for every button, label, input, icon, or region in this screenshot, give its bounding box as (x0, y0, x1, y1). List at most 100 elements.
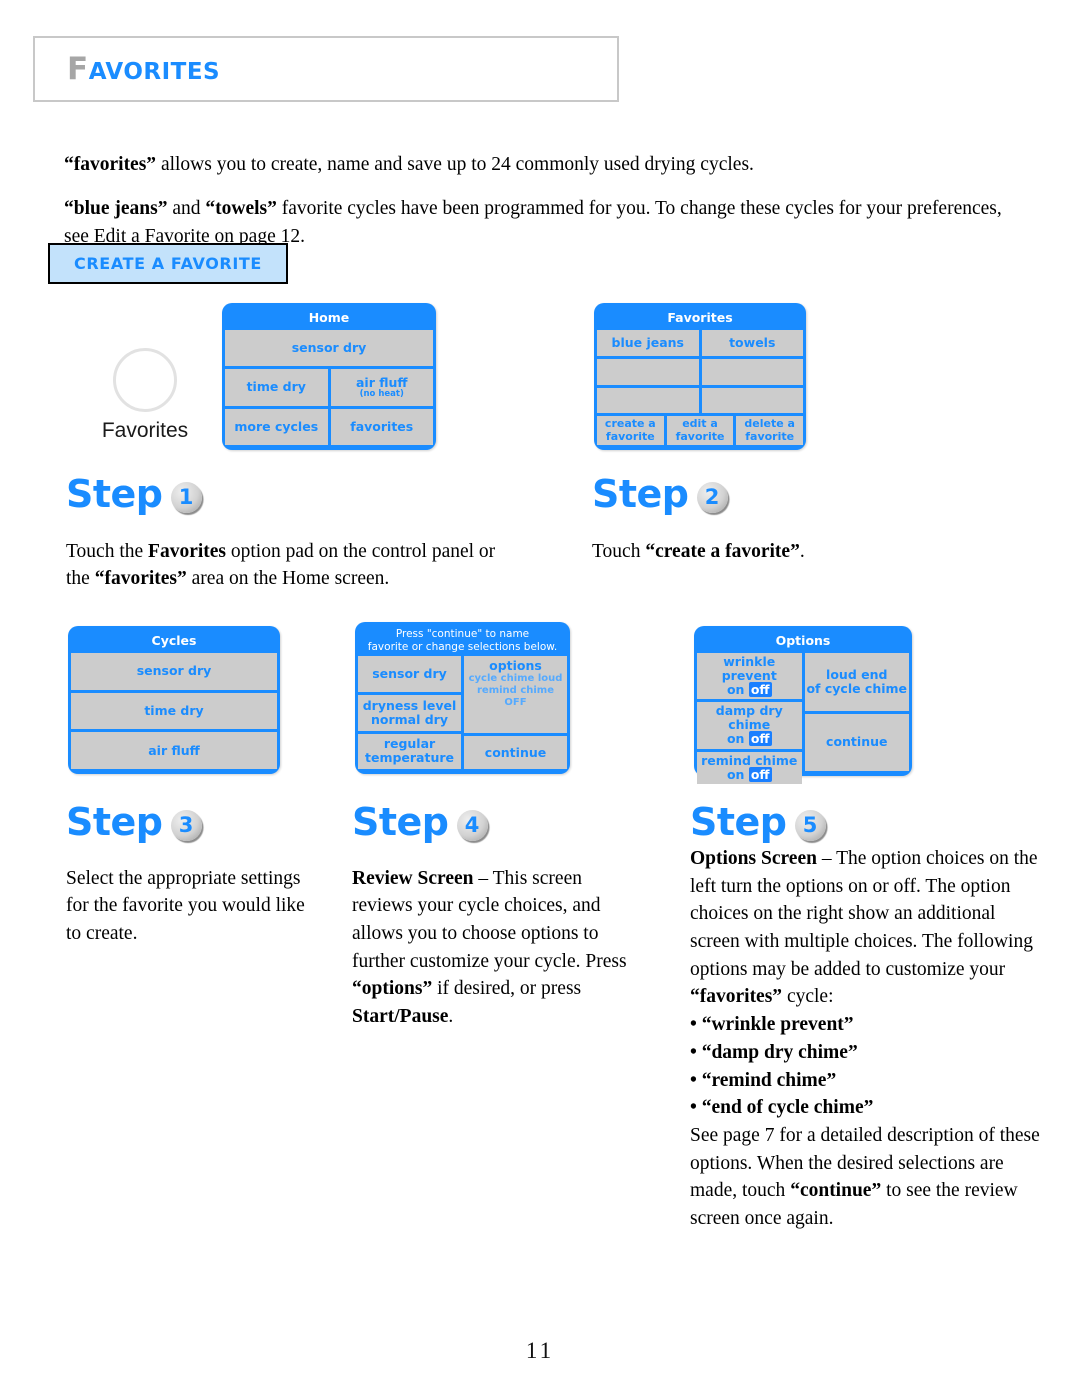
section-heading-box: CREATE A FAVORITE (48, 243, 288, 284)
review-cell-temperature[interactable]: regular temperature (358, 733, 461, 770)
options-loud-end-line1: loud end (826, 666, 888, 682)
options-remind-label: remind chime (701, 752, 798, 768)
page-header: F AVORITES (33, 36, 619, 102)
options-loud-end-line2: of cycle chime (806, 680, 908, 696)
step-3-heading: Step 3 (66, 800, 202, 844)
step-3-word: Step (66, 800, 163, 844)
home-cell-sensor-dry[interactable]: sensor dry (225, 330, 433, 367)
step-5-body: Options Screen – The option choices on t… (690, 845, 1050, 1233)
options-cell-remind-chime[interactable]: remind chime on off (697, 751, 802, 785)
step-2-badge: 2 (696, 481, 728, 513)
step-2-text-a: Touch (592, 540, 646, 562)
section-heading-label: CREATE A FAVORITE (74, 254, 262, 273)
review-cell-dryness-level[interactable]: dryness level normal dry (358, 694, 461, 731)
options-damp-on[interactable]: on (727, 731, 745, 746)
circle-button-icon[interactable] (113, 348, 177, 412)
step-5-text-a: Options Screen (690, 848, 817, 869)
step-2-number: 2 (704, 484, 720, 509)
step-5-text-f: “continue” (790, 1180, 882, 1202)
intro-2-bold-towels: “towels” (205, 197, 277, 219)
home-cell-air-fluff-sub: (no heat) (359, 388, 404, 399)
favorites-cell-delete-a-favorite[interactable]: delete a favorite (736, 416, 804, 446)
options-cell-end-of-cycle-chime[interactable]: loud end of cycle chime (804, 653, 909, 711)
options-damp-off[interactable]: off (748, 731, 772, 747)
step-4-text-a: Review Screen (352, 867, 474, 889)
options-damp-label: damp dry chime (715, 703, 783, 733)
delete-favorite-line1: delete a (744, 417, 795, 431)
options-wrinkle-toggle[interactable]: on off (727, 682, 772, 697)
review-cell-continue[interactable]: continue (464, 735, 567, 770)
favorites-cell-create-a-favorite[interactable]: create a favorite (597, 416, 664, 446)
favorites-cell-empty-1[interactable] (597, 358, 699, 385)
screen-options: Options wrinkle prevent on off damp dry … (694, 626, 912, 785)
intro-2-and: and (167, 197, 206, 219)
step-4-heading: Step 4 (352, 800, 488, 844)
step-2-text-b: “create a favorite” (645, 540, 800, 562)
step-5-paragraph-2: See page 7 for a detailed description of… (690, 1122, 1050, 1233)
create-favorite-line2: favorite (605, 429, 655, 443)
screen-review: Press "continue" to name favorite or cha… (355, 622, 570, 774)
step-4-number: 4 (464, 812, 480, 837)
step-1-word: Step (66, 472, 163, 516)
favorites-cell-blue-jeans[interactable]: blue jeans (597, 330, 699, 356)
review-temp-line2: temperature (364, 750, 455, 766)
step-5-word: Step (690, 800, 787, 844)
favorites-control-pad[interactable]: Favorites (75, 348, 215, 443)
page-number: 11 (525, 1338, 555, 1363)
cycles-cell-air-fluff[interactable]: air fluff (71, 732, 277, 770)
review-title-line1: Press "continue" to name (395, 628, 530, 640)
options-remind-toggle[interactable]: on off (727, 766, 772, 782)
screen-home: Home sensor dry time dry air fluff (no h… (222, 303, 436, 450)
step-2-heading: Step 2 (592, 472, 728, 516)
page-title-dropcap: F (67, 50, 89, 87)
edit-favorite-line1: edit a (682, 417, 718, 431)
home-cell-more-cycles[interactable]: more cycles (225, 408, 328, 445)
step-4-text-e: Start/Pause (352, 1005, 449, 1027)
step-2-word: Step (592, 472, 689, 516)
favorites-cell-empty-4[interactable] (701, 387, 803, 414)
step-3-badge: 3 (170, 809, 202, 841)
options-wrinkle-on[interactable]: on (727, 682, 745, 697)
list-item: “end of cycle chime” (690, 1094, 1050, 1122)
screen-options-title: Options (775, 633, 831, 648)
home-cell-time-dry[interactable]: time dry (225, 369, 328, 406)
home-cell-air-fluff-label: air fluff (355, 374, 408, 390)
step-5-number: 5 (802, 812, 818, 837)
favorites-cell-edit-a-favorite[interactable]: edit a favorite (666, 416, 734, 446)
cycles-cell-time-dry[interactable]: time dry (71, 692, 277, 730)
create-favorite-line1: create a (604, 417, 656, 431)
step-1-text-e: area on the Home screen. (186, 568, 390, 590)
review-options-label: options (489, 658, 542, 674)
favorites-cell-empty-2[interactable] (701, 358, 803, 385)
step-1-badge: 1 (170, 481, 202, 513)
step-4-text-f: . (448, 1005, 454, 1027)
step-3-body: Select the appropriate settings for the … (66, 867, 305, 944)
review-options-line1: cycle chime loud (468, 673, 563, 685)
review-cell-sensor-dry[interactable]: sensor dry (358, 656, 461, 692)
home-cell-air-fluff[interactable]: air fluff (no heat) (330, 369, 433, 406)
review-cell-options[interactable]: options cycle chime loud remind chime OF… (464, 656, 567, 733)
intro-1-text: allows you to create, name and save up t… (156, 153, 754, 175)
step-1-text-b: Favorites (148, 540, 227, 562)
step-4-word: Step (352, 800, 449, 844)
step-4-text-c: “options” (352, 978, 433, 1000)
favorites-cell-empty-3[interactable] (597, 387, 699, 414)
options-remind-off[interactable]: off (748, 766, 772, 782)
screen-review-title: Press "continue" to name favorite or cha… (358, 625, 567, 656)
step-5-options-list: “wrinkle prevent” “damp dry chime” “remi… (690, 1011, 1050, 1122)
options-cell-damp-dry-chime[interactable]: damp dry chime on off (697, 702, 802, 749)
options-remind-on[interactable]: on (727, 767, 745, 782)
options-wrinkle-off[interactable]: off (748, 682, 772, 697)
options-damp-toggle[interactable]: on off (727, 731, 772, 747)
review-temp-line1: regular (383, 736, 436, 752)
cycles-cell-sensor-dry[interactable]: sensor dry (71, 653, 277, 690)
review-options-line2: remind chime OFF (477, 685, 554, 709)
list-item: “damp dry chime” (690, 1039, 1050, 1067)
home-cell-favorites[interactable]: favorites (330, 408, 433, 445)
options-cell-continue[interactable]: continue (804, 713, 909, 771)
screen-favorites-title: Favorites (667, 310, 733, 325)
step-1-number: 1 (178, 484, 194, 509)
favorites-cell-towels[interactable]: towels (701, 330, 803, 356)
options-cell-wrinkle-prevent[interactable]: wrinkle prevent on off (697, 653, 802, 700)
page-title: F AVORITES (67, 50, 220, 87)
